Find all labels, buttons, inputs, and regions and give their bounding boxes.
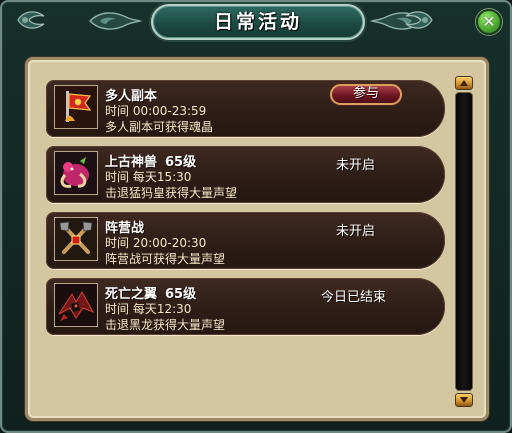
scroll-track[interactable] [455,92,473,391]
join-button[interactable]: 参与 [330,84,402,105]
scroll-down-icon [460,397,468,403]
activity-list-panel: 多人副本 时间 00:00-23:59 多人副本可获得魂晶 参与 上古神兽65 [25,57,489,421]
activity-row-ancient-beast[interactable]: 上古神兽 65级 时间 每天15:30 击退猛犸皇获得大量声望 未开启 [46,146,445,203]
scroll-up-button[interactable] [455,76,473,90]
scroll-up-icon [460,80,468,86]
activity-time: 时间 每天12:30 [105,302,192,316]
activity-row-multiplayer-dungeon[interactable]: 多人副本 时间 00:00-23:59 多人副本可获得魂晶 参与 [46,80,445,137]
window-title: 日常活动 [213,11,302,33]
activity-time: 时间 00:00-23:59 [105,104,207,118]
title-bar: 日常活动 ✕ [2,2,510,46]
activity-row-faction-battle[interactable]: 阵营战 时间 20:00-20:30 阵营战可获得大量声望 未开启 [46,212,445,269]
banner-flag-icon [54,85,98,129]
activity-description: 击退黑龙获得大量声望 [105,318,226,332]
activity-status: 今日已结束 [321,290,387,305]
title-ornament-left-icon [89,12,142,30]
activity-row-death-wing[interactable]: 死亡之翼 65级 时间 每天12:30 击退黑龙获得大量声望 今日已结束 [46,278,445,335]
activity-description: 多人副本可获得魂晶 [105,120,214,134]
activity-time: 时间 20:00-20:30 [105,236,207,250]
black-dragon-icon [54,283,98,327]
activity-time: 时间 每天15:30 [105,170,192,184]
close-button[interactable]: ✕ [476,9,502,35]
daily-activities-window: 日常活动 ✕ 多人副本 时间 00:00-23:59 多人副本可获得魂晶 参与 … [0,0,512,433]
activity-description: 击退猛犸皇获得大量声望 [105,186,238,200]
crossed-axes-icon [54,217,98,261]
activity-scrollbar[interactable] [452,76,476,407]
title-corner-ornament-right-icon [405,11,433,29]
close-icon: ✕ [482,12,496,31]
activity-status: 未开启 [336,158,376,173]
activity-status: 未开启 [336,224,376,239]
mammoth-beast-icon [54,151,98,195]
scroll-down-button[interactable] [455,393,473,407]
title-plaque: 日常活动 [151,4,365,40]
activity-description: 阵营战可获得大量声望 [105,252,226,266]
title-corner-ornament-left-icon [17,11,45,29]
